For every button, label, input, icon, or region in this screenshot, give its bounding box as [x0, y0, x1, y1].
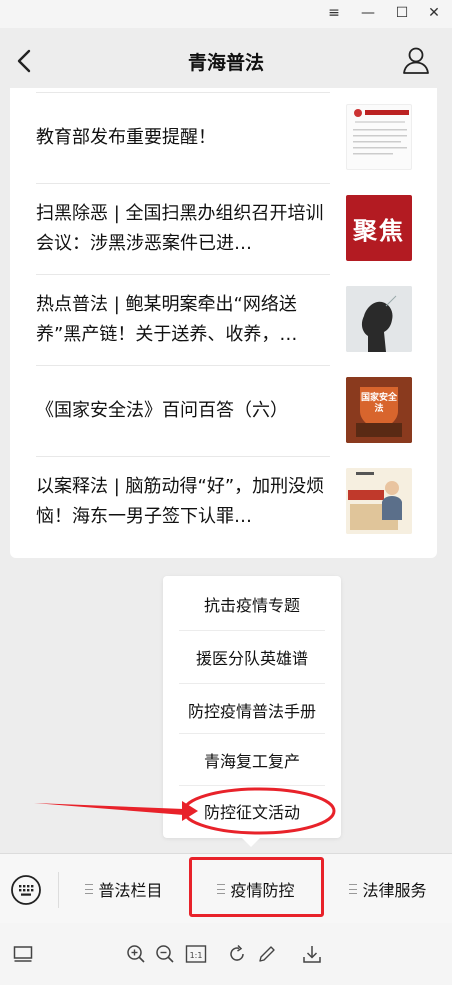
list-item[interactable]: 热点普法 | 鲍某明案牵出“网络送养”黑产链！关于送养、收养，… — [36, 275, 330, 365]
article-title: 以案释法 | 脑筋动得“好”，加刑没烦恼！海东一男子签下认罪… — [36, 476, 325, 527]
thumbnail-view-icon[interactable] — [12, 943, 34, 965]
submenu-item-law-handbook[interactable]: 防控疫情普法手册 — [179, 684, 325, 736]
navigation-bar: 青海普法 — [0, 28, 452, 94]
actual-size-icon[interactable]: 1:1 — [185, 943, 207, 965]
window-titlebar: ≡ — ☐ ✕ — [0, 0, 452, 28]
minimize-icon[interactable]: — — [352, 0, 384, 26]
highlight-box — [189, 857, 324, 917]
article-title: 《国家安全法》百问百答（六） — [36, 400, 288, 421]
article-list: 教育部发布重要提醒！ 扫黑除恶 | 全国扫黑办组织召开培训会议：涉黑涉恶案件已进… — [10, 88, 437, 558]
article-thumbnail[interactable] — [346, 468, 412, 534]
article-title: 热点普法 | 鲍某明案牵出“网络送养”黑产链！关于送养、收养，… — [36, 294, 298, 345]
page-title: 青海普法 — [187, 52, 264, 74]
user-profile-icon[interactable] — [400, 44, 432, 76]
viewer-toolbar: 1:1 — [0, 923, 452, 985]
list-item[interactable]: 教育部发布重要提醒！ — [36, 93, 330, 183]
menu-icon[interactable]: ≡ — [318, 0, 350, 26]
menu-label: 普法栏目 — [98, 881, 163, 900]
submenu-item-medical-heroes[interactable]: 援医分队英雄谱 — [179, 631, 325, 683]
article-title: 教育部发布重要提醒！ — [36, 127, 216, 148]
close-icon[interactable]: ✕ — [418, 0, 450, 26]
menu-bars-icon — [349, 884, 358, 894]
thumbnail-text: 国家安全法 — [360, 393, 397, 414]
list-item[interactable]: 《国家安全法》百问百答（六） — [36, 366, 330, 456]
article-thumbnail[interactable]: 国家安全法 — [346, 377, 412, 443]
menu-law-column[interactable]: 普法栏目 — [60, 870, 188, 908]
rotate-icon[interactable] — [226, 943, 248, 965]
article-title: 扫黑除恶 | 全国扫黑办组织召开培训会议：涉黑涉恶案件已进… — [36, 203, 324, 254]
menu-bars-icon — [85, 884, 94, 894]
download-icon[interactable] — [301, 943, 323, 965]
keyboard-toggle-icon[interactable] — [10, 874, 42, 906]
maximize-icon[interactable]: ☐ — [386, 0, 418, 26]
zoom-in-icon[interactable] — [125, 943, 147, 965]
edit-pencil-icon[interactable] — [256, 943, 278, 965]
menu-legal-services[interactable]: 法律服务 — [324, 870, 452, 908]
list-item[interactable]: 扫黑除恶 | 全国扫黑办组织召开培训会议：涉黑涉恶案件已进… — [36, 184, 330, 274]
article-thumbnail[interactable] — [346, 104, 412, 170]
svg-text:1:1: 1:1 — [190, 951, 203, 960]
zoom-out-icon[interactable] — [154, 943, 176, 965]
article-thumbnail[interactable]: 聚焦 — [346, 195, 412, 261]
thumbnail-text: 聚焦 — [353, 216, 405, 245]
submenu-item-epidemic-topic[interactable]: 抗击疫情专题 — [179, 578, 325, 630]
article-thumbnail[interactable] — [346, 286, 412, 352]
submenu-item-essay-contest[interactable]: 防控征文活动 — [179, 785, 325, 837]
list-item[interactable]: 以案释法 | 脑筋动得“好”，加刑没烦恼！海东一男子签下认罪… — [36, 457, 330, 547]
submenu-item-resume-work[interactable]: 青海复工复产 — [179, 734, 325, 786]
menu-label: 法律服务 — [362, 881, 427, 900]
submenu-popover: 抗击疫情专题 援医分队英雄谱 防控疫情普法手册 青海复工复产 防控征文活动 — [163, 576, 341, 847]
menu-separator — [58, 872, 59, 908]
